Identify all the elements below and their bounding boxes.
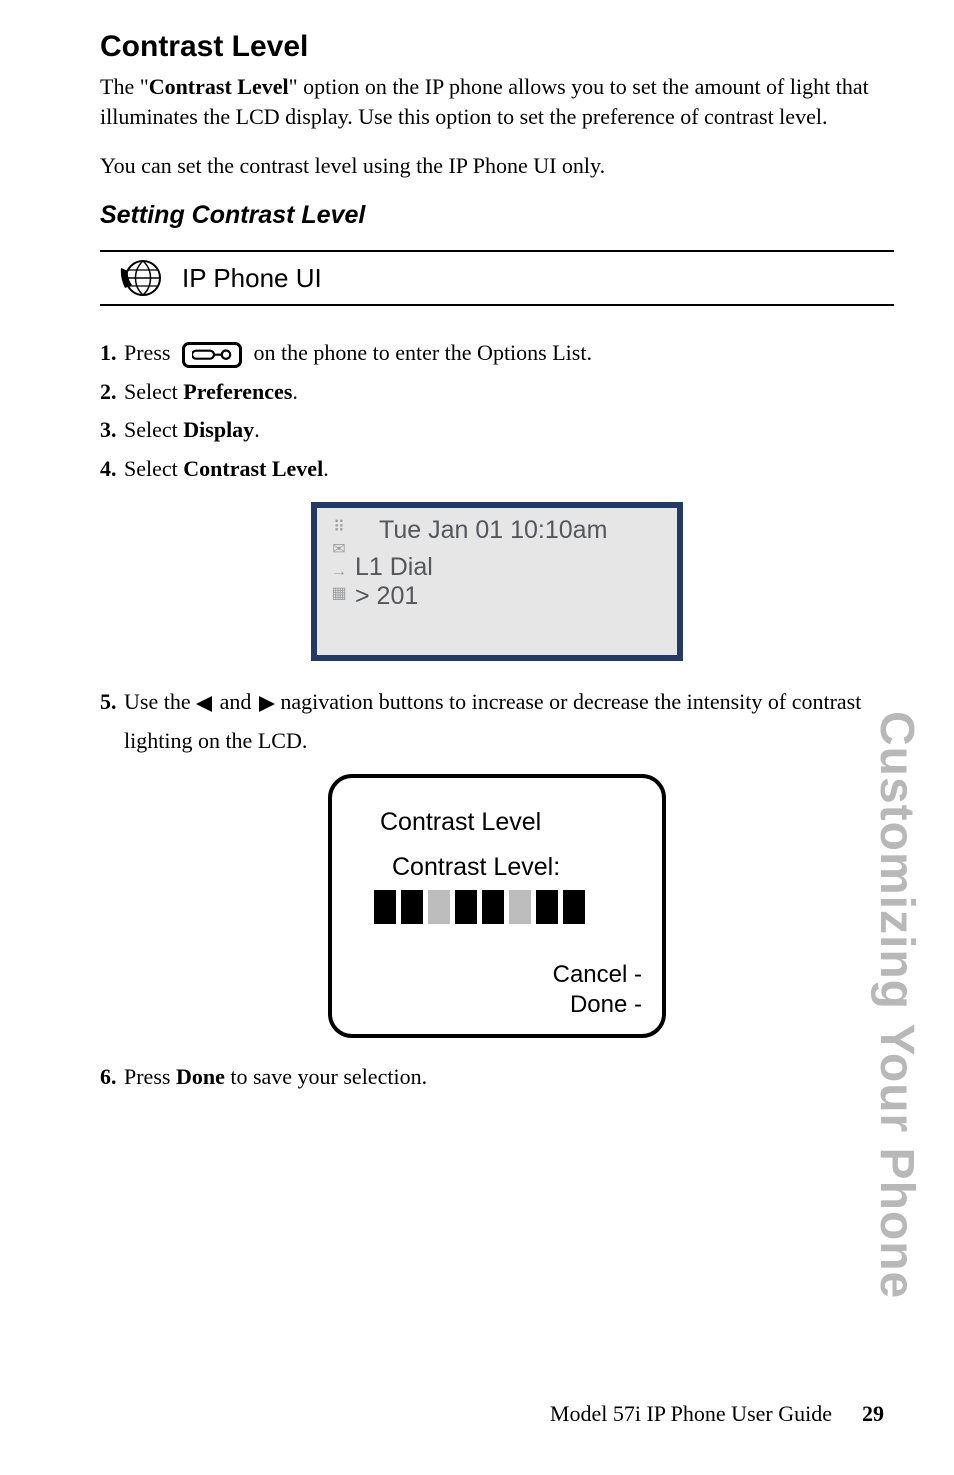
contrast-bar-on <box>482 890 504 924</box>
page-footer: Model 57i IP Phone User Guide 29 <box>0 1401 954 1427</box>
step-3: Select Display. <box>100 411 894 450</box>
phone-ui-icon <box>118 258 164 298</box>
ui-category-label: IP Phone UI <box>182 263 322 294</box>
step-1: Press on the phone to enter the Options … <box>100 334 894 373</box>
arrow-small-icon: → <box>331 564 347 580</box>
contrast-bar-on <box>401 890 423 924</box>
nav-left-icon <box>196 696 214 712</box>
footer-page-number: 29 <box>862 1401 884 1427</box>
contrast-bar-on <box>563 890 585 924</box>
grid-small-icon: ▦ <box>331 586 346 602</box>
subsection-heading: Setting Contrast Level <box>100 201 894 230</box>
contrast-bar-on <box>455 890 477 924</box>
section-heading: Contrast Level <box>100 30 894 64</box>
contrast-bar-off <box>428 890 450 924</box>
steps-list-3: Press Done to save your selection. <box>100 1058 894 1097</box>
ui-category-bar: IP Phone UI <box>100 250 894 306</box>
contrast-bar-on <box>374 890 396 924</box>
footer-guide-title: Model 57i IP Phone User Guide <box>550 1401 832 1427</box>
screen-line-label: L1 Dial <box>353 553 669 582</box>
phone-screen-contrast: Contrast Level Contrast Level: Cancel - … <box>328 774 666 1038</box>
intro-paragraph-1: The "Contrast Level" option on the IP ph… <box>100 72 894 131</box>
screen-title: Contrast Level <box>380 808 642 837</box>
contrast-bars <box>374 890 642 924</box>
intro-paragraph-2: You can set the contrast level using the… <box>100 151 894 181</box>
step-2: Select Preferences. <box>100 373 894 412</box>
voicemail-icon: ✉ <box>332 542 345 558</box>
phone-screen-idle: ⠿ ✉ → ▦ Tue Jan 01 10:10am L1 Dial > 201 <box>311 502 683 661</box>
softkey-cancel: Cancel - <box>352 960 642 990</box>
screen-field-label: Contrast Level: <box>392 853 642 882</box>
step-4: Select Contrast Level. <box>100 450 894 489</box>
options-key-icon <box>182 342 242 368</box>
status-icon-column: ⠿ ✉ → ▦ <box>325 516 353 602</box>
steps-list-1: Press on the phone to enter the Options … <box>100 334 894 488</box>
contrast-bar-off <box>509 890 531 924</box>
side-chapter-title: Customizing Your Phone <box>869 640 924 1370</box>
step-6: Press Done to save your selection. <box>100 1058 894 1097</box>
screen-datetime: Tue Jan 01 10:10am <box>353 516 669 545</box>
steps-list-2: Use the and nagivation buttons to increa… <box>100 683 894 760</box>
contrast-bar-on <box>536 890 558 924</box>
nav-right-icon <box>257 696 275 712</box>
keypad-icon: ⠿ <box>333 520 345 536</box>
step-5: Use the and nagivation buttons to increa… <box>100 683 894 760</box>
softkey-done: Done - <box>352 990 642 1020</box>
screen-dial-number: > 201 <box>353 582 669 611</box>
